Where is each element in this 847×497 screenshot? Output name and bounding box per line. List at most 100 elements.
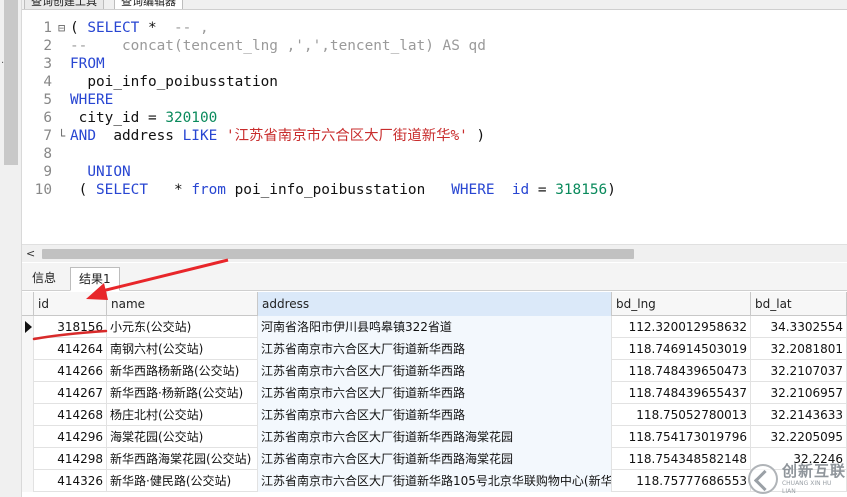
fold-marker-icon[interactable]: └ bbox=[58, 127, 65, 145]
code-line[interactable]: 2 -- concat(tencent_lng ,',',tencent_lat)… bbox=[22, 37, 847, 55]
row-indicator[interactable] bbox=[22, 426, 34, 448]
cell-bd-lat[interactable]: 34.3302554 bbox=[751, 316, 847, 338]
code-token: * bbox=[147, 182, 192, 198]
fold-marker-icon[interactable]: ⊟ bbox=[58, 19, 65, 37]
cell-bd-lng[interactable]: 118.75052780013 bbox=[612, 404, 751, 426]
cell-id[interactable]: 414264 bbox=[34, 338, 107, 360]
editor-tab-bar: 查询创建工具 查询编辑器 bbox=[22, 0, 847, 10]
code-token: FROM bbox=[70, 56, 105, 72]
code-line[interactable]: 8 bbox=[22, 145, 847, 163]
cell-address[interactable]: 江苏省南京市六合区大厂街道新华西路 bbox=[258, 338, 612, 360]
current-row-pointer-icon bbox=[25, 321, 32, 333]
code-line[interactable]: 6 city_id = 320100 bbox=[22, 109, 847, 127]
table-row[interactable]: 414326 新华路·健民路(公交站) 江苏省南京市六合区大厂街道新华路105号北京… bbox=[22, 470, 847, 492]
left-scrollbar[interactable]: · bbox=[0, 0, 22, 497]
cell-name[interactable]: 新华西路杨新路(公交站) bbox=[107, 360, 258, 382]
cell-address[interactable]: 河南省洛阳市伊川县鸣皋镇322省道 bbox=[258, 316, 612, 338]
cell-address[interactable]: 江苏省南京市六合区大厂街道新华西路海棠花园 bbox=[258, 448, 612, 470]
line-number: 9 bbox=[43, 164, 52, 180]
code-token: from bbox=[191, 182, 226, 198]
cell-id[interactable]: 414326 bbox=[34, 470, 107, 492]
horizontal-scrollbar-thumb[interactable] bbox=[42, 249, 634, 259]
code-token: poi_info_poibusstation bbox=[225, 182, 452, 198]
code-line[interactable]: 4 poi_info_poibusstation bbox=[22, 73, 847, 91]
cell-address[interactable]: 江苏省南京市六合区大厂街道新华西路 bbox=[258, 404, 612, 426]
code-line[interactable]: 5 WHERE bbox=[22, 91, 847, 109]
cell-name[interactable]: 新华西路海棠花园(公交站) bbox=[107, 448, 258, 470]
tab-result1[interactable]: 结果1 bbox=[70, 267, 120, 291]
code-text: WHERE bbox=[70, 91, 113, 109]
code-line[interactable]: 7 └ AND address LIKE '江苏省南京市六合区大厂街道新华%' ) bbox=[22, 127, 847, 145]
cell-bd-lat[interactable]: 32.2081801 bbox=[751, 338, 847, 360]
tab-query-editor[interactable]: 查询编辑器 bbox=[114, 0, 183, 9]
column-header-id[interactable]: id bbox=[34, 292, 107, 316]
cell-bd-lng[interactable]: 118.746914503019 bbox=[612, 338, 751, 360]
table-row[interactable]: 414268 杨庄北村(公交站) 江苏省南京市六合区大厂街道新华西路 118.7505… bbox=[22, 404, 847, 426]
cell-bd-lng[interactable]: 118.748439650473 bbox=[612, 360, 751, 382]
code-line[interactable]: 1 ⊟ ( SELECT * -- , bbox=[22, 19, 847, 37]
row-indicator[interactable] bbox=[22, 382, 34, 404]
column-header-bd-lat[interactable]: bd_lat bbox=[751, 292, 847, 316]
cell-name[interactable]: 南钢六村(公交站) bbox=[107, 338, 258, 360]
cell-bd-lat[interactable]: 32.2143633 bbox=[751, 404, 847, 426]
code-token: '江苏省南京市六合区大厂街道新华%' bbox=[225, 128, 468, 144]
sql-editor[interactable]: 1 ⊟ ( SELECT * -- , 2 -- concat(tencent_lng … bbox=[22, 10, 847, 244]
cell-address[interactable]: 江苏省南京市六合区大厂街道新华西路 bbox=[258, 360, 612, 382]
code-token: AND bbox=[70, 128, 96, 144]
cell-id[interactable]: 414298 bbox=[34, 448, 107, 470]
code-token: id bbox=[511, 182, 530, 198]
cell-bd-lng[interactable]: 118.754173019796 bbox=[612, 426, 751, 448]
cell-bd-lat[interactable]: 32.2106957 bbox=[751, 382, 847, 404]
table-row[interactable]: 414267 新华西路·杨新路(公交站) 江苏省南京市六合区大厂街道新华西路 118.… bbox=[22, 382, 847, 404]
row-indicator[interactable] bbox=[22, 448, 34, 470]
table-row[interactable]: 318156 小元东(公交站) 河南省洛阳市伊川县鸣皋镇322省道 112.32001… bbox=[22, 316, 847, 338]
column-header-bd-lng[interactable]: bd_lng bbox=[612, 292, 751, 316]
editor-horizontal-scrollbar[interactable]: < bbox=[22, 244, 847, 262]
cell-bd-lng[interactable]: 112.320012958632 bbox=[612, 316, 751, 338]
result-grid[interactable]: id name address bd_lng bd_lat 318156 小元东(公交站)… bbox=[22, 292, 847, 497]
cell-name[interactable]: 小元东(公交站) bbox=[107, 316, 258, 338]
code-token: SELECT bbox=[87, 20, 140, 36]
code-line[interactable]: 3 FROM bbox=[22, 55, 847, 73]
cell-address[interactable]: 江苏省南京市六合区大厂街道新华西路海棠花园 bbox=[258, 426, 612, 448]
cell-id[interactable]: 414266 bbox=[34, 360, 107, 382]
code-line[interactable]: 10 ( SELECT * from poi_info_poibusstatio… bbox=[22, 181, 847, 199]
cell-bd-lat[interactable]: 32.2107037 bbox=[751, 360, 847, 382]
table-row[interactable]: 414264 南钢六村(公交站) 江苏省南京市六合区大厂街道新华西路 118.7469… bbox=[22, 338, 847, 360]
cell-address[interactable]: 江苏省南京市六合区大厂街道新华西路 bbox=[258, 382, 612, 404]
column-header-address[interactable]: address bbox=[258, 292, 612, 316]
row-indicator[interactable] bbox=[22, 338, 34, 360]
code-token: ( bbox=[70, 182, 96, 198]
cell-name[interactable]: 杨庄北村(公交站) bbox=[107, 404, 258, 426]
row-indicator[interactable] bbox=[22, 404, 34, 426]
cell-bd-lng[interactable]: 118.75777686553 bbox=[612, 470, 751, 492]
watermark-en-text: CHUANG XIN HU LIAN bbox=[781, 479, 832, 495]
tab-info[interactable]: 信息 bbox=[24, 267, 64, 291]
cell-id[interactable]: 414268 bbox=[34, 404, 107, 426]
cell-bd-lat[interactable]: 32.2205095 bbox=[751, 426, 847, 448]
code-text: AND address LIKE '江苏省南京市六合区大厂街道新华%' ) bbox=[70, 127, 485, 145]
cell-address[interactable]: 江苏省南京市六合区大厂街道新华路105号北京华联购物中心(新华 bbox=[258, 470, 612, 492]
tab-query-builder[interactable]: 查询创建工具 bbox=[24, 0, 104, 9]
scroll-left-arrow-icon[interactable]: < bbox=[26, 247, 35, 260]
code-line[interactable]: 9 UNION bbox=[22, 163, 847, 181]
cell-id[interactable]: 414267 bbox=[34, 382, 107, 404]
cell-bd-lng[interactable]: 118.754348582148 bbox=[612, 448, 751, 470]
cell-id[interactable]: 318156 bbox=[34, 316, 107, 338]
row-indicator[interactable] bbox=[22, 316, 34, 338]
cell-name[interactable]: 海棠花园(公交站) bbox=[107, 426, 258, 448]
table-row[interactable]: 414266 新华西路杨新路(公交站) 江苏省南京市六合区大厂街道新华西路 118.7… bbox=[22, 360, 847, 382]
left-scrollbar-thumb[interactable] bbox=[4, 0, 18, 165]
row-indicator[interactable] bbox=[22, 360, 34, 382]
row-indicator[interactable] bbox=[22, 470, 34, 492]
table-row[interactable]: 414296 海棠花园(公交站) 江苏省南京市六合区大厂街道新华西路海棠花园 118.… bbox=[22, 426, 847, 448]
column-header-name[interactable]: name bbox=[107, 292, 258, 316]
cell-name[interactable]: 新华西路·杨新路(公交站) bbox=[107, 382, 258, 404]
cell-name[interactable]: 新华路·健民路(公交站) bbox=[107, 470, 258, 492]
cell-id[interactable]: 414296 bbox=[34, 426, 107, 448]
line-number: 4 bbox=[43, 74, 52, 90]
table-row[interactable]: 414298 新华西路海棠花园(公交站) 江苏省南京市六合区大厂街道新华西路海棠花园… bbox=[22, 448, 847, 470]
cell-bd-lng[interactable]: 118.748439655437 bbox=[612, 382, 751, 404]
